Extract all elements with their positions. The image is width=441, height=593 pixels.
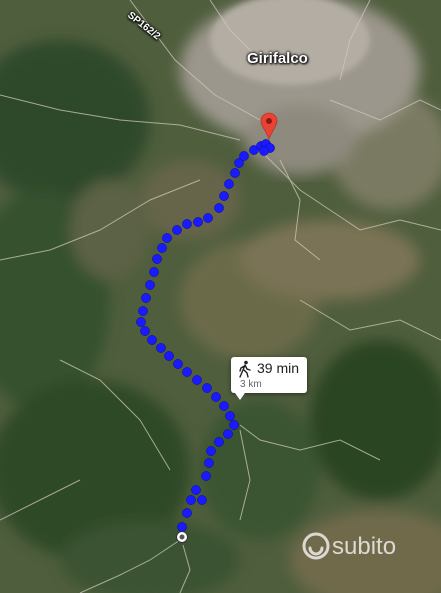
route-dot [192, 375, 202, 385]
map-pin-icon[interactable] [260, 112, 278, 140]
route-dot [141, 293, 151, 303]
route-dot [219, 401, 229, 411]
route-dot [214, 203, 224, 213]
route-dot [219, 191, 229, 201]
route-dot [223, 429, 233, 439]
route-dots [136, 139, 275, 532]
route-duration: 39 min [257, 360, 300, 376]
route-dot [230, 168, 240, 178]
route-dot [182, 367, 192, 377]
route-dot [182, 219, 192, 229]
start-circle-icon[interactable] [176, 531, 188, 543]
route-dot [145, 280, 155, 290]
route-dot [186, 495, 196, 505]
route-distance: 3 km [240, 379, 262, 390]
route-dot [152, 254, 162, 264]
route-info-box[interactable]: 39 min 3 km [231, 357, 307, 400]
route-dot [138, 306, 148, 316]
route-dot [191, 485, 201, 495]
route-dot [202, 383, 212, 393]
walking-route [136, 112, 278, 543]
route-dot [204, 458, 214, 468]
route-dot [239, 151, 249, 161]
walking-person-icon [239, 360, 251, 378]
route-dot [259, 146, 269, 156]
route-dot [193, 217, 203, 227]
route-dot [136, 317, 146, 327]
route-dot [177, 522, 187, 532]
route-dot [206, 446, 216, 456]
route-dot [162, 233, 172, 243]
watermark-text: subito [332, 533, 396, 560]
route-dot [147, 335, 157, 345]
route-dot [164, 351, 174, 361]
route-dot [140, 326, 150, 336]
route-dot [156, 343, 166, 353]
route-dot [224, 179, 234, 189]
route-dot [182, 508, 192, 518]
subito-watermark: subito [302, 532, 396, 560]
town-label: Girifalco [247, 50, 308, 67]
route-dot [203, 213, 213, 223]
subito-logo-icon [302, 532, 330, 560]
route-dot [197, 495, 207, 505]
route-dot [157, 243, 167, 253]
route-dot [225, 411, 235, 421]
route-dot [214, 437, 224, 447]
route-dot [201, 471, 211, 481]
route-dot [229, 420, 239, 430]
route-dot [172, 225, 182, 235]
route-dot [173, 359, 183, 369]
route-dot [211, 392, 221, 402]
route-dot [149, 267, 159, 277]
